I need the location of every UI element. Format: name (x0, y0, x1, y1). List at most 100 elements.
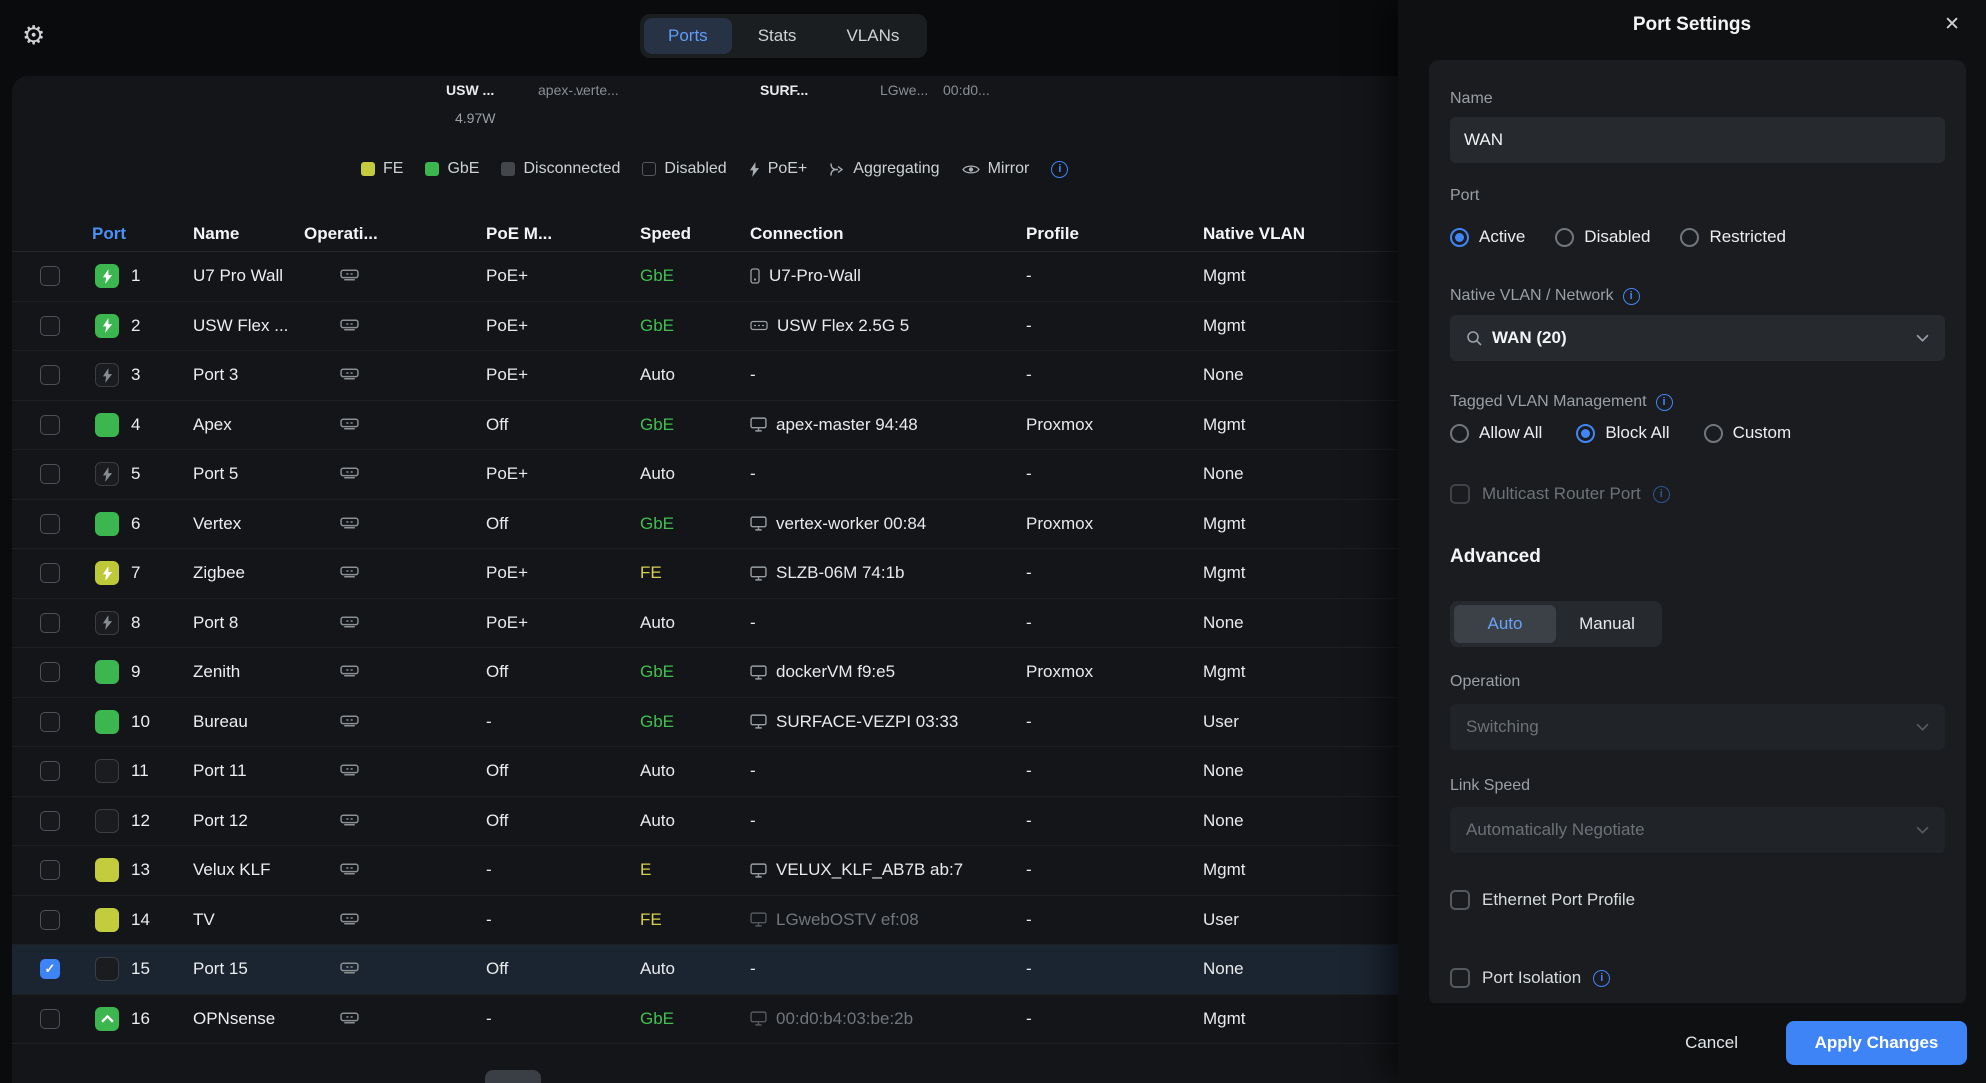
connection-name: - (750, 464, 756, 484)
radio-disabled-control[interactable] (1555, 228, 1574, 247)
row-checkbox[interactable] (40, 514, 60, 534)
row-checkbox[interactable] (40, 464, 60, 484)
portmap-device-label: USW ... (446, 82, 494, 98)
mirror-eye-icon (962, 163, 980, 176)
chevron-down-icon (1916, 723, 1929, 731)
connection-device-icon (750, 566, 767, 581)
port-isolation-checkbox[interactable] (1450, 968, 1470, 988)
header-profile[interactable]: Profile (1026, 224, 1203, 244)
mode-manual[interactable]: Manual (1556, 605, 1658, 643)
legend-label: GbE (447, 160, 479, 178)
cancel-button[interactable]: Cancel (1685, 1033, 1738, 1053)
header-name[interactable]: Name (182, 224, 304, 244)
speed: Auto (640, 761, 750, 781)
native-vlan-value: WAN (20) (1492, 328, 1906, 348)
radio-allow-all-label: Allow All (1479, 423, 1542, 443)
radio-custom[interactable]: Custom (1704, 423, 1792, 443)
row-checkbox[interactable] (40, 613, 60, 633)
header-native-vlan[interactable]: Native VLAN (1203, 224, 1358, 244)
close-icon[interactable]: ✕ (1944, 13, 1960, 36)
radio-allow-all-control[interactable] (1450, 424, 1469, 443)
port-isolation-row[interactable]: Port Isolation (1450, 968, 1945, 988)
profile: - (1026, 761, 1203, 781)
row-checkbox[interactable] (40, 415, 60, 435)
row-checkbox[interactable] (40, 365, 60, 385)
native-vlan-info-icon[interactable] (1623, 288, 1640, 305)
advanced-mode-toggle: Auto Manual (1450, 601, 1662, 647)
tab-vlans[interactable]: VLANs (822, 18, 923, 54)
row-checkbox[interactable] (40, 712, 60, 732)
connection-name: - (750, 365, 756, 385)
header-connection[interactable]: Connection (750, 224, 1026, 244)
portmap-device-label: SURF... (760, 82, 808, 98)
panel-footer: Cancel Apply Changes (1398, 1003, 1986, 1083)
connection-cell: - (750, 464, 1026, 484)
speed: Auto (640, 613, 750, 633)
row-checkbox[interactable] (40, 1009, 60, 1029)
multicast-router-port-row: Multicast Router Port (1450, 484, 1945, 504)
native-vlan-label: Native VLAN / Network (1450, 287, 1614, 305)
ethernet-port-profile-row[interactable]: Ethernet Port Profile (1450, 890, 1945, 910)
poe-mode: - (486, 712, 640, 732)
row-checkbox[interactable] (40, 563, 60, 583)
row-checkbox[interactable] (40, 811, 60, 831)
port-settings-form: Name WAN Port Active Disabled Restricted… (1429, 60, 1966, 1005)
link-speed-value: Automatically Negotiate (1466, 820, 1906, 840)
connection-device-icon (750, 1011, 767, 1026)
port-settings-panel: Port Settings ✕ Name WAN Port Active Dis… (1398, 0, 1986, 1083)
port-status-icon (95, 710, 119, 734)
mode-auto[interactable]: Auto (1454, 605, 1556, 643)
row-checkbox[interactable] (40, 910, 60, 930)
apply-changes-button[interactable]: Apply Changes (1786, 1021, 1967, 1065)
port-state-group: Active Disabled Restricted (1450, 227, 1945, 247)
legend-info-icon[interactable] (1051, 161, 1068, 178)
profile: Proxmox (1026, 514, 1203, 534)
name-label: Name (1450, 90, 1945, 108)
name-input[interactable]: WAN (1450, 117, 1945, 163)
tab-ports[interactable]: Ports (644, 18, 732, 54)
port-status-icon (95, 908, 119, 932)
disabled-swatch (642, 162, 656, 176)
row-checkbox[interactable] (40, 266, 60, 286)
row-checkbox[interactable] (40, 860, 60, 880)
radio-restricted-control[interactable] (1680, 228, 1699, 247)
row-checkbox[interactable] (40, 959, 60, 979)
port-status-icon (95, 957, 119, 981)
row-checkbox[interactable] (40, 761, 60, 781)
advanced-heading: Advanced (1450, 546, 1945, 568)
row-checkbox[interactable] (40, 316, 60, 336)
radio-disabled-label: Disabled (1584, 227, 1650, 247)
poe-mode: PoE+ (486, 613, 640, 633)
header-operation[interactable]: Operati... (304, 224, 486, 244)
radio-restricted[interactable]: Restricted (1680, 227, 1786, 247)
radio-active[interactable]: Active (1450, 227, 1525, 247)
port-number: 8 (131, 613, 140, 633)
switching-operation-icon (340, 860, 359, 880)
radio-active-control[interactable] (1450, 228, 1469, 247)
tab-stats[interactable]: Stats (734, 18, 821, 54)
tagged-vlan-info-icon[interactable] (1656, 394, 1673, 411)
header-speed[interactable]: Speed (640, 224, 750, 244)
ethernet-profile-checkbox[interactable] (1450, 890, 1470, 910)
header-port[interactable]: Port (82, 224, 182, 244)
row-checkbox[interactable] (40, 662, 60, 682)
radio-custom-control[interactable] (1704, 424, 1723, 443)
radio-allow-all[interactable]: Allow All (1450, 423, 1542, 443)
poe-mode: Off (486, 811, 640, 831)
radio-block-all[interactable]: Block All (1576, 423, 1669, 443)
name-value: WAN (1464, 130, 1503, 150)
port-status-icon (95, 363, 119, 387)
pagination-stub[interactable] (485, 1070, 541, 1083)
multicast-info-icon[interactable] (1653, 486, 1670, 503)
port-isolation-info-icon[interactable] (1593, 970, 1610, 987)
speed: E (640, 860, 750, 880)
connection-name: U7-Pro-Wall (769, 266, 861, 286)
header-poe-mode[interactable]: PoE M... (486, 224, 640, 244)
radio-block-all-control[interactable] (1576, 424, 1595, 443)
connection-cell: SLZB-06M 74:1b (750, 563, 1026, 583)
speed: FE (640, 563, 750, 583)
radio-disabled[interactable]: Disabled (1555, 227, 1650, 247)
settings-gear-icon[interactable]: ⚙ (22, 20, 45, 51)
connection-cell: - (750, 959, 1026, 979)
native-vlan-select[interactable]: WAN (20) (1450, 315, 1945, 361)
